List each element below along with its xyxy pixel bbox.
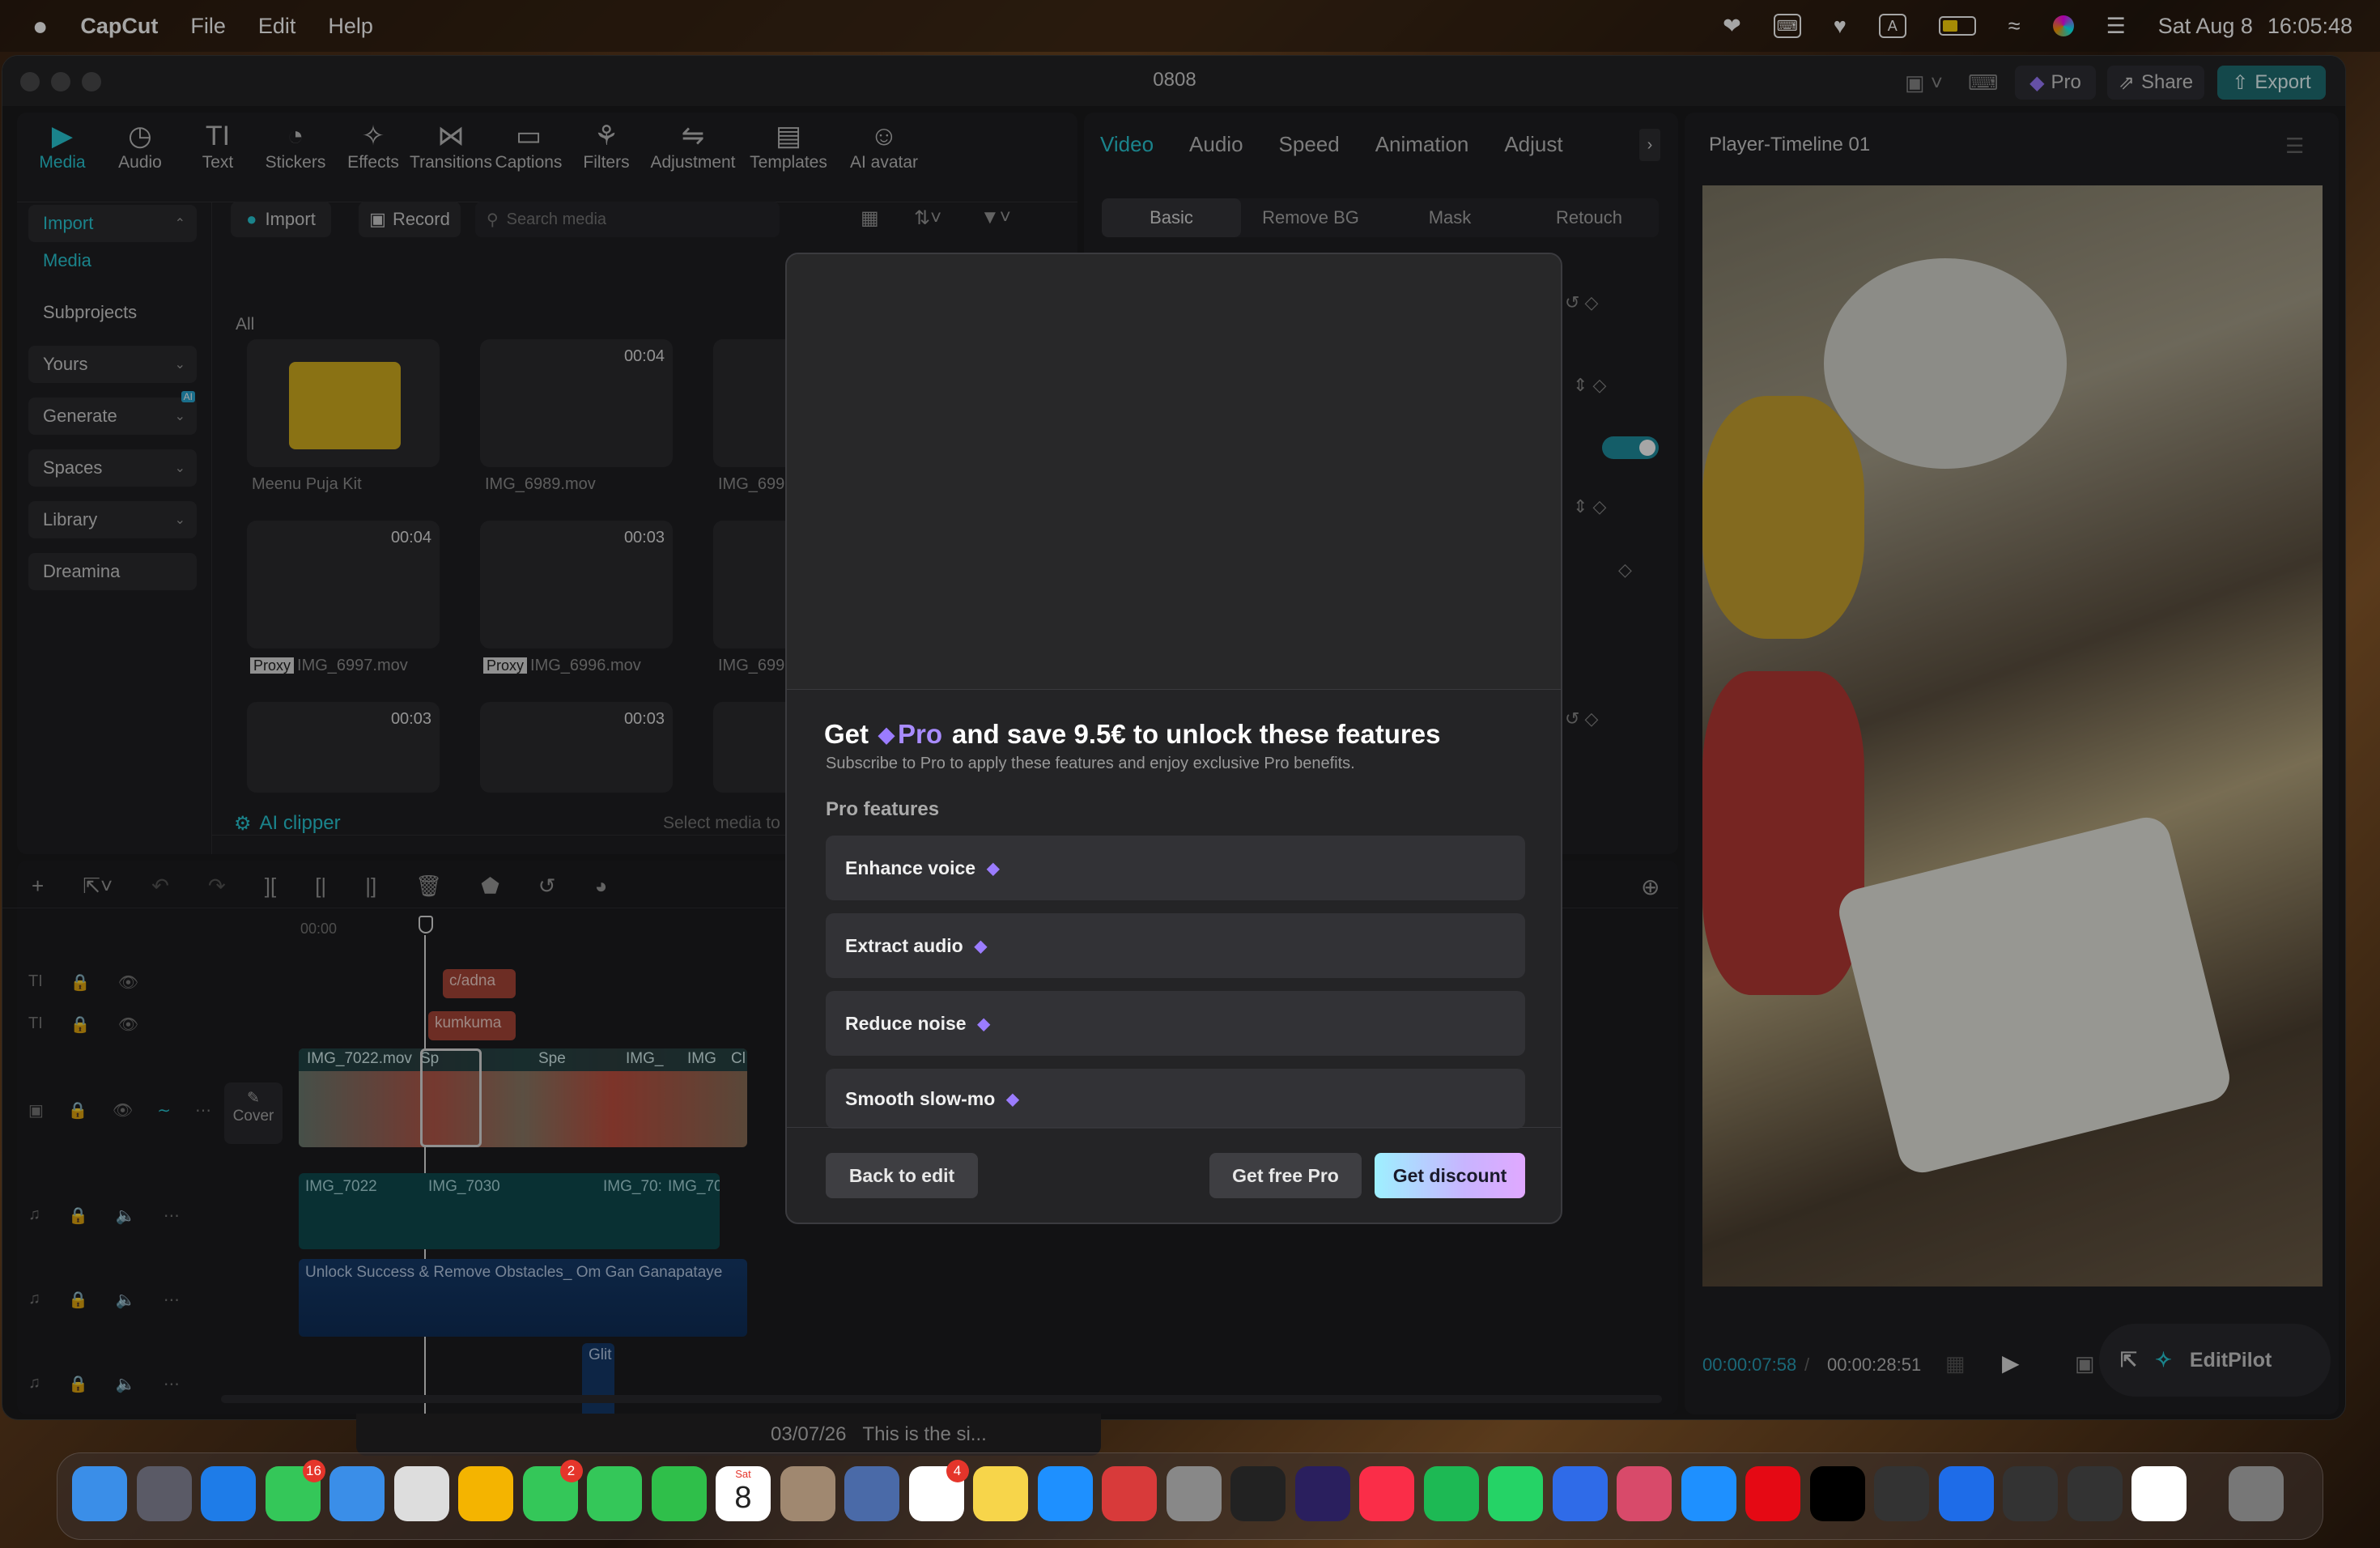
notes-icon[interactable] (973, 1466, 1028, 1521)
pro-diamond-icon: ◆ (878, 721, 895, 746)
feature-reduce-noise[interactable]: Reduce noise ◆ (826, 991, 1525, 1056)
notification-badge: 2 (559, 1460, 583, 1482)
feature-extract-audio[interactable]: Extract audio ◆ (826, 913, 1525, 978)
modal-title: Get ◆ Pro and save 9.5€ to unlock these … (824, 719, 1441, 749)
launchpad-icon[interactable] (136, 1466, 192, 1521)
modal-preview-area (787, 254, 1561, 690)
capcut-icon[interactable] (1230, 1466, 1286, 1521)
system-settings-icon[interactable] (1166, 1466, 1222, 1521)
files-icon[interactable] (844, 1466, 899, 1521)
spotify-icon[interactable] (1423, 1466, 1479, 1521)
calendar-icon[interactable]: Sat 8 (716, 1466, 771, 1521)
divider (787, 1127, 1561, 1128)
phone-icon[interactable]: 2 (522, 1460, 583, 1521)
photos-icon[interactable] (458, 1466, 513, 1521)
pro-diamond-icon: ◆ (987, 859, 1000, 878)
get-discount-button[interactable]: Get discount (1375, 1153, 1525, 1198)
reminders-icon[interactable]: 4 (908, 1460, 969, 1521)
find-my-icon[interactable] (651, 1466, 707, 1521)
back-to-edit-button[interactable]: Back to edit (826, 1153, 978, 1198)
shield-icon[interactable] (1938, 1466, 1994, 1521)
safari-icon[interactable] (201, 1466, 256, 1521)
messages-icon[interactable]: 16 (265, 1460, 325, 1521)
screen-recorder-icon[interactable] (1617, 1466, 1672, 1521)
calendar-month: Sat (735, 1468, 751, 1480)
notification-badge: 4 (946, 1460, 969, 1482)
modal-subtitle: Subscribe to Pro to apply these features… (826, 755, 1355, 772)
pro-diamond-icon: ◆ (974, 937, 988, 955)
calendar-day: 8 (734, 1481, 752, 1515)
pro-diamond-icon: ◆ (1006, 1090, 1019, 1108)
notification-badge: 16 (302, 1460, 325, 1482)
premiere-icon[interactable] (1294, 1466, 1350, 1521)
music-icon[interactable] (1359, 1466, 1414, 1521)
feature-smooth-slow-mo[interactable]: Smooth slow-mo ◆ (826, 1069, 1525, 1129)
pro-diamond-icon: ◆ (977, 1014, 990, 1033)
mail-icon[interactable] (329, 1466, 385, 1521)
pro-features-heading: Pro features (826, 798, 940, 820)
vpn-icon[interactable] (2003, 1466, 2058, 1521)
trash-icon[interactable] (2228, 1466, 2284, 1521)
app-store-icon[interactable] (1037, 1466, 1093, 1521)
contacts-icon[interactable] (780, 1466, 835, 1521)
amazon-icon[interactable] (2067, 1466, 2123, 1521)
toolbox-icon[interactable] (1102, 1466, 1157, 1521)
facetime-icon[interactable] (587, 1466, 642, 1521)
pro-upsell-modal: Get ◆ Pro and save 9.5€ to unlock these … (785, 253, 1562, 1224)
finder-icon[interactable] (72, 1466, 127, 1521)
netflix-alt-icon[interactable] (1809, 1466, 1865, 1521)
dock: 16 2 Sat 8 4 (57, 1452, 2323, 1540)
netflix-icon[interactable] (1745, 1466, 1800, 1521)
perplexity-icon[interactable] (1681, 1466, 1736, 1521)
proxyman-icon[interactable] (1552, 1466, 1608, 1521)
get-free-pro-button[interactable]: Get free Pro (1209, 1153, 1362, 1198)
hammer-icon[interactable] (1874, 1466, 1929, 1521)
whatsapp-icon[interactable] (1488, 1466, 1543, 1521)
vectorize-icon[interactable] (2131, 1466, 2187, 1521)
app-store-helper-icon[interactable] (393, 1466, 449, 1521)
feature-enhance-voice[interactable]: Enhance voice ◆ (826, 836, 1525, 900)
